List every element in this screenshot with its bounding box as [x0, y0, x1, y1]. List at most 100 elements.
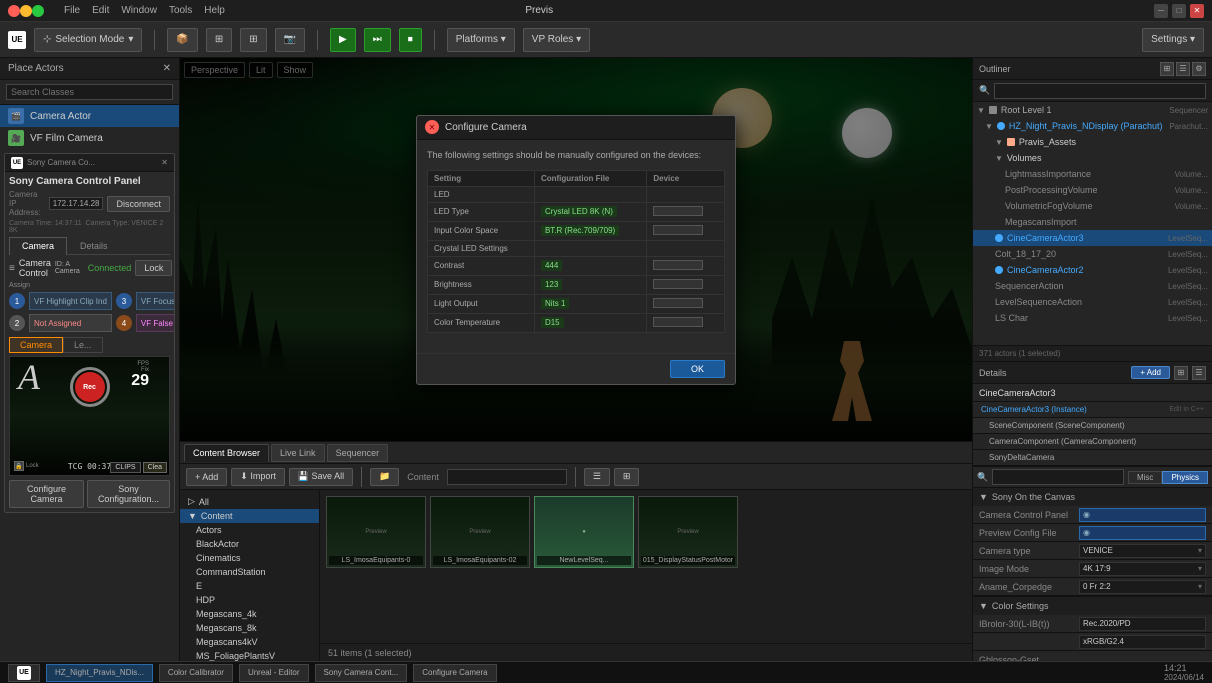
menu-help[interactable]: Help [204, 5, 225, 16]
actor-item-vf[interactable]: 🎥 VF Film Camera [0, 127, 179, 149]
tree-megascansv[interactable]: Megascans4kV [180, 635, 319, 649]
outliner-item-cine2[interactable]: CineCameraActor2 LevelSeq... [973, 262, 1212, 278]
ok-btn[interactable]: OK [670, 360, 725, 378]
outliner-item-assets[interactable]: ▼ Pravis_Assets [973, 134, 1212, 150]
snap-btn[interactable]: ⊞ [206, 28, 232, 52]
menu-window[interactable]: Window [121, 5, 157, 16]
taskbar-ue5[interactable]: UE [8, 664, 40, 682]
taskbar-btn-hz[interactable]: HZ_Night_Pravis_NDis... [46, 664, 153, 682]
panel-close-icon[interactable]: ✕ [163, 63, 171, 74]
tree-hdp[interactable]: HDP [180, 593, 319, 607]
selection-mode-btn[interactable]: ⊹ Selection Mode ▾ [34, 28, 142, 52]
asset-thumb-1[interactable]: Preview LS_ImosaEquipants-02 [430, 496, 530, 568]
tab-content-browser[interactable]: Content Browser [184, 444, 269, 462]
outliner-item-volumes[interactable]: ▼ Volumes [973, 150, 1212, 166]
vp-roles-btn[interactable]: VP Roles ▾ [523, 28, 590, 52]
outliner-item-meg[interactable]: MegascansImport [973, 214, 1212, 230]
max-btn[interactable] [32, 5, 44, 17]
save-all-btn[interactable]: 💾 Save All [289, 468, 353, 486]
clips-btn[interactable]: CLIPS [110, 462, 140, 473]
actor-item-camera[interactable]: 🎬 Camera Actor [0, 105, 179, 127]
outliner-item-vol[interactable]: VolumetricFogVolume Volume... [973, 198, 1212, 214]
outliner-settings-icon[interactable]: ⚙ [1192, 62, 1206, 76]
asset-thumb-0[interactable]: Preview LS_ImosaEquipants-0 [326, 496, 426, 568]
disconnect-btn[interactable]: Disconnect [107, 196, 170, 212]
window-minimize[interactable]: ─ [1154, 4, 1168, 18]
asset-thumb-3[interactable]: Preview 015_DisplayStatusPostMotor [638, 496, 738, 568]
import-btn[interactable]: ⬇ Import [231, 468, 285, 486]
group-header-color[interactable]: ▼ Color Settings [973, 597, 1212, 615]
outliner-item-lvlseq[interactable]: LevelSequenceAction LevelSeq... [973, 294, 1212, 310]
clear-btn[interactable]: Clea [143, 462, 167, 473]
lock-icon[interactable]: 🔒 [14, 461, 24, 471]
outliner-item-root[interactable]: ▼ Root Level 1 Sequencer [973, 102, 1212, 118]
outliner-item-seqact[interactable]: SequencerAction LevelSeq... [973, 278, 1212, 294]
tree-blackactor[interactable]: BlackActor [180, 537, 319, 551]
assign-item-2[interactable]: 2 Not Assigned [9, 313, 112, 333]
menu-file[interactable]: File [64, 5, 80, 16]
outliner-icon-1[interactable]: ⊞ [1160, 62, 1174, 76]
outliner-search-input[interactable] [994, 83, 1206, 99]
rec-circle[interactable]: Rec [70, 367, 110, 407]
details-val-ibrolor[interactable]: Rec.2020/PD [1079, 617, 1206, 631]
tree-megascans-4k[interactable]: Megascans_4k [180, 607, 319, 621]
asset-thumb-2[interactable]: ● NewLevelSeq... [534, 496, 634, 568]
window-close[interactable]: ✕ [1190, 4, 1204, 18]
tree-e[interactable]: E [180, 579, 319, 593]
taskbar-btn-configure[interactable]: Configure Camera [413, 664, 496, 682]
cam-tab-lens[interactable]: Le... [63, 337, 103, 353]
component-item-0[interactable]: CineCameraActor3 (Instance) Edit in C++ [973, 402, 1212, 418]
cam-tab-camera[interactable]: Camera [9, 337, 63, 353]
outliner-item-lm[interactable]: LightmassImportance Volume... [973, 166, 1212, 182]
menu-tools[interactable]: Tools [169, 5, 192, 16]
assign-item-4[interactable]: 4 VF False Color [116, 313, 175, 333]
lock-btn[interactable]: Lock [135, 260, 172, 276]
menu-edit[interactable]: Edit [92, 5, 109, 16]
details-val-camtype[interactable]: VENICE ▾ [1079, 544, 1206, 558]
place-actors-search[interactable] [6, 84, 173, 100]
assign-btn-4[interactable]: VF False Color [136, 314, 175, 332]
details-val-pcf[interactable]: ◉ [1079, 526, 1206, 540]
tree-all[interactable]: ▷ All [180, 494, 319, 509]
filter-btn[interactable]: ☰ [584, 468, 610, 486]
grid-btn[interactable]: ⊞ [240, 28, 266, 52]
assign-item-1[interactable]: 1 VF Highlight Clip Ind [9, 291, 112, 311]
sony-camera-tab[interactable]: Camera [9, 237, 67, 255]
details-tab-misc[interactable]: Misc [1128, 471, 1162, 484]
outliner-item-colt[interactable]: Colt_18_17_20 LevelSeq... [973, 246, 1212, 262]
assign-btn-2[interactable]: Not Assigned [29, 314, 112, 332]
outliner-item-hz[interactable]: ▼ HZ_Night_Pravis_NDisplay (Parachut) Pa… [973, 118, 1212, 134]
stop-btn[interactable]: ⏹ [399, 28, 422, 52]
outliner-item-cine3[interactable]: CineCameraActor3 LevelSeq... [973, 230, 1212, 246]
tree-ms-foliage[interactable]: MS_FoliagePlantsV [180, 649, 319, 661]
place-actors-btn[interactable]: 📦 [167, 28, 197, 52]
add-btn[interactable]: + Add [186, 468, 227, 486]
tree-commandstation[interactable]: CommandStation [180, 565, 319, 579]
outliner-item-lschar[interactable]: LS Char LevelSeq... [973, 310, 1212, 326]
sony-config-btn[interactable]: Sony Configuration... [87, 480, 170, 508]
details-icon-1[interactable]: ⊞ [1174, 366, 1188, 380]
taskbar-btn-color[interactable]: Color Calibrator [159, 664, 233, 682]
window-maximize[interactable]: □ [1172, 4, 1186, 18]
viewport[interactable]: Perspective Lit Show ✕ Configure Camera … [180, 58, 972, 441]
sony-details-tab[interactable]: Details [67, 237, 121, 254]
taskbar-btn-sony[interactable]: Sony Camera Cont... [315, 664, 408, 682]
tree-cinematics[interactable]: Cinematics [180, 551, 319, 565]
camera-btn[interactable]: 📷 [275, 28, 305, 52]
tab-live-link[interactable]: Live Link [271, 444, 325, 462]
details-icon-2[interactable]: ☰ [1192, 366, 1206, 380]
details-val-aname[interactable]: 0 Fr 2:2 ▾ [1079, 580, 1206, 594]
details-val-xrgb[interactable]: xRGB/G2.4 [1079, 635, 1206, 649]
content-search-input[interactable] [447, 469, 567, 485]
add-component-btn[interactable]: + Add [1131, 366, 1170, 379]
assign-btn-3[interactable]: VF Focus Magnifier [136, 292, 175, 310]
dialog-close-btn[interactable]: ✕ [425, 120, 439, 134]
component-item-2[interactable]: CameraComponent (CameraComponent) [973, 434, 1212, 450]
play-btn[interactable]: ▶ [330, 28, 356, 52]
tree-content[interactable]: ▼ Content [180, 509, 319, 523]
details-search-input[interactable] [992, 469, 1124, 485]
simulate-btn[interactable]: ⏭ [364, 28, 391, 52]
sony-panel-close-icon[interactable]: ✕ [161, 158, 168, 167]
platform-btn[interactable]: Platforms ▾ [447, 28, 515, 52]
tree-megascans-8k[interactable]: Megascans_8k [180, 621, 319, 635]
